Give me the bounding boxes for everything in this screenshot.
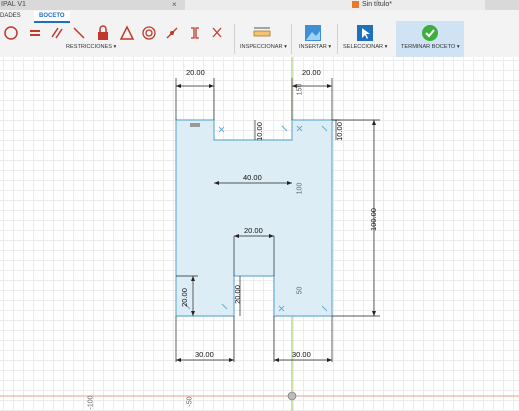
sketch-drawing: [0, 57, 519, 411]
dim-bottom-notch-width[interactable]: 20.00: [244, 226, 263, 235]
ruler-label-neg50: -50: [186, 396, 194, 407]
dim-overall-height[interactable]: 100.00: [369, 208, 378, 231]
dim-bottom-left-width[interactable]: 30.00: [195, 350, 214, 359]
ruler-label-100: 100: [296, 182, 304, 195]
horizontal-constraint-icon: [190, 123, 200, 127]
dim-top-right-height[interactable]: 10.00: [335, 122, 344, 141]
dim-top-left-width[interactable]: 20.00: [186, 68, 205, 77]
ruler-label-neg100: -100: [87, 395, 95, 410]
dim-bottom-right-width[interactable]: 30.00: [292, 350, 311, 359]
origin-icon: [287, 391, 297, 401]
dim-left-foot-height[interactable]: 20.00: [180, 288, 189, 307]
ruler-label-50: 50: [296, 286, 304, 295]
ruler-label-150: 150: [296, 83, 304, 96]
dim-top-left-notch-height[interactable]: 10.00: [255, 122, 264, 141]
dim-slot-width[interactable]: 40.00: [243, 173, 262, 182]
sketch-profile: [175, 119, 333, 317]
dim-top-right-width[interactable]: 20.00: [302, 68, 321, 77]
dim-bottom-notch-height[interactable]: 20.00: [233, 285, 242, 304]
